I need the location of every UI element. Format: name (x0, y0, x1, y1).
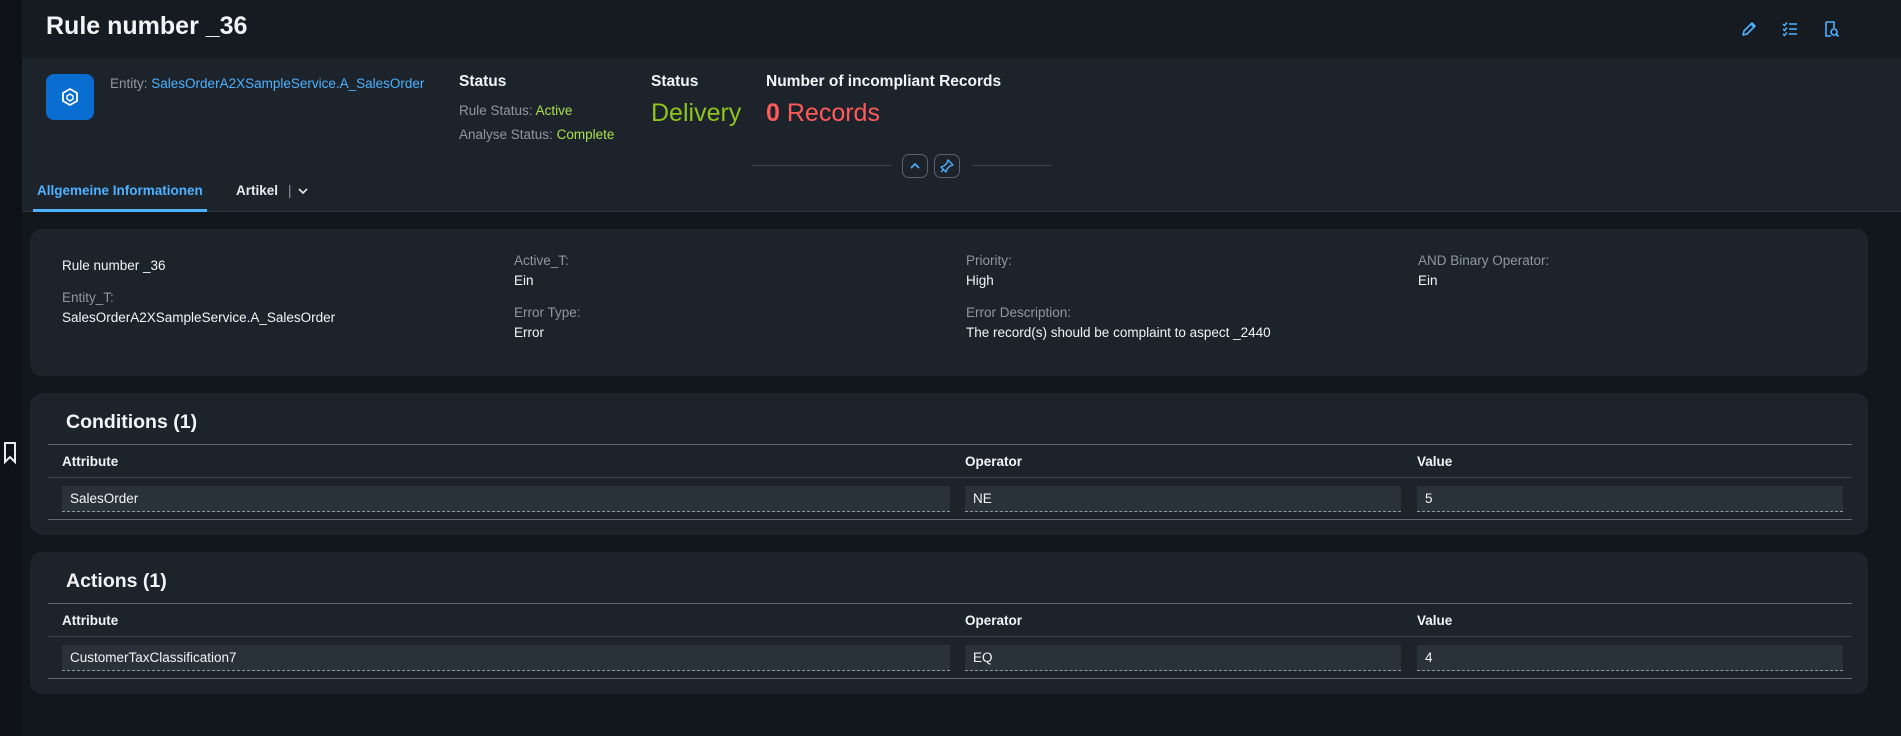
error-type-label: Error Type: (514, 305, 581, 320)
divider (972, 165, 1052, 166)
action-operator-input[interactable]: EQ (965, 645, 1401, 671)
delivery-status-title: Status (651, 73, 699, 90)
column-header-value: Value (1417, 613, 1453, 628)
pin-icon (940, 159, 954, 173)
entity-link[interactable]: SalesOrderA2XSampleService.A_SalesOrder (151, 76, 424, 91)
active-field-label: Active_T: (514, 253, 569, 268)
entity-label: Entity: (110, 76, 148, 91)
conditions-title: Conditions (1) (66, 411, 198, 433)
priority-label: Priority: (966, 253, 1012, 268)
document-search-icon (1825, 21, 1840, 38)
condition-attribute-input[interactable]: SalesOrder (62, 486, 950, 512)
tab-artikel[interactable]: Artikel | (236, 183, 308, 212)
tab-separator: | (288, 183, 292, 198)
edit-button[interactable] (1737, 17, 1761, 41)
analyse-status-label: Analyse Status: (459, 127, 553, 142)
tab-bar: Allgemeine Informationen Artikel | (22, 178, 1901, 212)
entity-field: Entity_T: SalesOrderA2XSampleService.A_S… (62, 290, 335, 325)
pin-header-button[interactable] (934, 154, 960, 178)
actions-title: Actions (1) (66, 570, 167, 592)
actions-card: Actions (1) Attribute Operator Value Cus… (30, 552, 1868, 694)
condition-value-input[interactable]: 5 (1417, 486, 1843, 512)
entity-line: Entity: SalesOrderA2XSampleService.A_Sal… (110, 76, 424, 91)
column-header-operator: Operator (965, 454, 1023, 469)
status-title: Status (459, 73, 507, 90)
rule-name-value: Rule number _36 (62, 258, 166, 273)
active-field-value: Ein (514, 273, 534, 288)
column-header-attribute: Attribute (62, 454, 119, 469)
inspect-button[interactable] (1819, 17, 1843, 41)
active-field: Active_T: Ein (514, 253, 569, 288)
incompliant-count: 0 (766, 99, 780, 127)
conditions-card: Conditions (1) Attribute Operator Value … (30, 393, 1868, 535)
incompliant-title: Number of incompliant Records (766, 73, 1002, 90)
action-value-input[interactable]: 4 (1417, 645, 1843, 671)
rule-name: Rule number _36 (62, 258, 166, 273)
checklist-icon (1782, 22, 1797, 37)
delivery-status-block: Status Delivery (651, 73, 741, 128)
entity-field-value: SalesOrderA2XSampleService.A_SalesOrder (62, 310, 336, 325)
column-header-operator: Operator (965, 613, 1023, 628)
tab-general-info[interactable]: Allgemeine Informationen (33, 183, 207, 212)
rule-status-label: Rule Status: (459, 103, 533, 118)
tab-artikel-label: Artikel (236, 183, 279, 198)
incompliant-block: Number of incompliant Records 0 Records (766, 73, 1001, 128)
general-info-card: Rule number _36 Entity_T: SalesOrderA2XS… (30, 229, 1868, 376)
object-page: Rule number _36 Entity: SalesOrderA2XSam… (22, 0, 1901, 736)
collapse-header-button[interactable] (902, 154, 928, 178)
entity-avatar (46, 74, 94, 120)
bookmark-icon[interactable] (2, 441, 18, 465)
actions-table-header: Attribute Operator Value (48, 603, 1852, 637)
pencil-icon (1742, 22, 1756, 36)
analyse-status: Analyse Status: Complete (459, 127, 614, 142)
table-row: CustomerTaxClassification7 EQ 4 (48, 637, 1852, 679)
divider (752, 165, 892, 166)
title-actions (1737, 17, 1843, 41)
title-bar: Rule number _36 (22, 0, 1901, 58)
incompliant-unit: Records (786, 99, 880, 127)
column-header-attribute: Attribute (62, 613, 119, 628)
entity-field-label: Entity_T: (62, 290, 114, 305)
priority-value: High (966, 273, 994, 288)
incompliant-value: 0 Records (766, 99, 1001, 128)
error-description-value: The record(s) should be complaint to asp… (966, 325, 1271, 340)
conditions-table: Attribute Operator Value SalesOrder NE 5 (48, 444, 1852, 520)
priority-field: Priority: High (966, 253, 1012, 288)
status-block: Status Rule Status: Active Analyse Statu… (459, 73, 614, 142)
error-description-field: Error Description: The record(s) should … (966, 305, 1271, 340)
conditions-table-header: Attribute Operator Value (48, 444, 1852, 478)
analyse-status-value: Complete (556, 127, 615, 142)
chevron-up-icon (910, 162, 920, 169)
cube-icon (62, 87, 78, 107)
rule-status: Rule Status: Active (459, 103, 614, 118)
action-attribute-input[interactable]: CustomerTaxClassification7 (62, 645, 950, 671)
left-rail (0, 0, 22, 736)
error-type-value: Error (514, 325, 544, 340)
actions-table: Attribute Operator Value CustomerTaxClas… (48, 603, 1852, 679)
error-type-field: Error Type: Error (514, 305, 581, 340)
object-header: Entity: SalesOrderA2XSampleService.A_Sal… (22, 58, 1901, 178)
and-operator-field: AND Binary Operator: Ein (1418, 253, 1549, 288)
delivery-status-value: Delivery (651, 99, 742, 127)
checklist-button[interactable] (1778, 17, 1802, 41)
and-operator-value: Ein (1418, 273, 1438, 288)
error-description-label: Error Description: (966, 305, 1072, 320)
chevron-down-icon[interactable] (297, 186, 308, 196)
header-toggles (752, 154, 1052, 178)
and-operator-label: AND Binary Operator: (1418, 253, 1550, 268)
rule-status-value: Active (535, 103, 573, 118)
column-header-value: Value (1417, 454, 1453, 469)
condition-operator-input[interactable]: NE (965, 486, 1401, 512)
page-title: Rule number _36 (46, 12, 248, 40)
table-row: SalesOrder NE 5 (48, 478, 1852, 520)
